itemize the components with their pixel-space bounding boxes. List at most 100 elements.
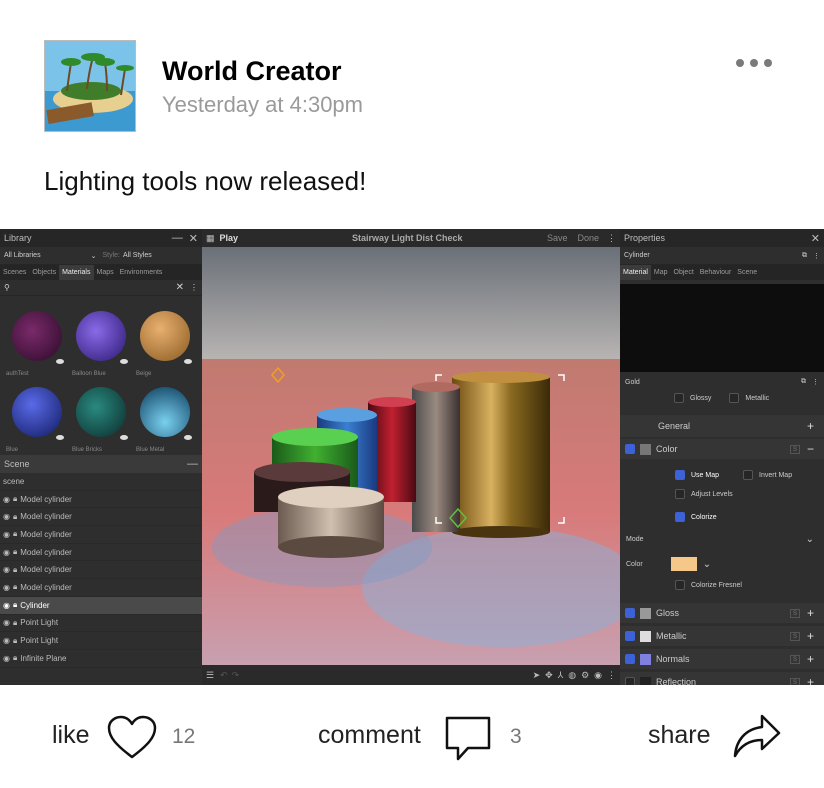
minimize-icon[interactable]: — — [187, 458, 198, 470]
kebab-icon[interactable]: ⋮ — [607, 233, 616, 244]
tab-map[interactable]: Map — [651, 265, 671, 280]
style-dropdown[interactable]: All Styles — [123, 252, 152, 259]
scene-item[interactable]: ◉ 🔒︎ Model cylinder — [0, 491, 202, 509]
viewport[interactable]: ▦ Play Stairway Light Dist Check Save Do… — [202, 229, 620, 685]
material-thumb[interactable] — [12, 311, 62, 361]
eye-icon[interactable] — [120, 435, 128, 440]
redo-icon[interactable]: ↷ — [232, 670, 240, 681]
author-name[interactable]: World Creator — [162, 56, 342, 87]
color-checkbox[interactable] — [625, 444, 635, 454]
general-row[interactable]: General + — [620, 415, 824, 437]
kebab-icon[interactable]: ⋮ — [812, 378, 819, 386]
scene-item[interactable]: ◉ 🔒︎ Model cylinder — [0, 579, 202, 597]
scene-item[interactable]: ◉ 🔒︎ Model cylinder — [0, 561, 202, 580]
add-icon[interactable]: + — [807, 606, 814, 620]
color-picker-swatch[interactable] — [670, 557, 697, 571]
author-avatar[interactable] — [44, 40, 136, 132]
sphere-tool-icon[interactable]: ◍ — [568, 670, 576, 681]
play-button[interactable]: Play — [220, 233, 239, 243]
material-thumb[interactable] — [140, 311, 190, 361]
close-icon[interactable]: ✕ — [811, 232, 820, 245]
move-tool-icon[interactable]: ✥ — [545, 670, 553, 681]
metallic-layer-checkbox[interactable] — [625, 631, 635, 641]
tab-material[interactable]: Material — [620, 265, 651, 280]
colorize-checkbox[interactable] — [675, 512, 685, 522]
tab-objects[interactable]: Objects — [29, 265, 59, 280]
view-icon[interactable]: ◉ — [594, 670, 602, 681]
post-timestamp[interactable]: Yesterday at 4:30pm — [162, 92, 363, 118]
glossy-checkbox[interactable] — [674, 393, 684, 403]
material-thumb[interactable] — [140, 387, 190, 437]
scene-item[interactable]: ◉ 🔒︎ Model cylinder — [0, 544, 202, 562]
tab-scenes[interactable]: Scenes — [0, 265, 29, 280]
scene-item[interactable]: ◉ 🔒︎ Point Light — [0, 632, 202, 650]
normals-layer-row[interactable]: Normals S + — [620, 649, 824, 669]
tab-object[interactable]: Object — [671, 265, 697, 280]
kebab-icon[interactable]: ⋮ — [190, 283, 198, 292]
material-thumb[interactable] — [12, 387, 62, 437]
scene-item[interactable]: ◉ 🔒︎ Infinite Plane — [0, 650, 202, 668]
copy-icon[interactable]: ⧉ — [802, 252, 807, 260]
eye-icon[interactable] — [56, 359, 64, 364]
clear-icon[interactable]: ✕ — [176, 282, 184, 293]
comment-label[interactable]: comment — [318, 721, 421, 750]
add-icon[interactable]: + — [807, 675, 814, 685]
add-icon[interactable]: + — [807, 652, 814, 666]
colorize-fresnel-checkbox[interactable] — [675, 580, 685, 590]
add-icon[interactable]: + — [807, 419, 814, 433]
share-icon[interactable] — [732, 713, 782, 759]
save-button[interactable]: Save — [547, 233, 568, 243]
axis-tool-icon[interactable]: ⅄ — [558, 670, 564, 681]
tab-environments[interactable]: Environments — [117, 265, 166, 280]
tab-behaviour[interactable]: Behaviour — [697, 265, 735, 280]
metallic-checkbox[interactable] — [729, 393, 740, 403]
kebab-icon[interactable]: ⋮ — [813, 252, 820, 260]
select-tool-icon[interactable]: ➤ — [533, 670, 541, 681]
tab-scene[interactable]: Scene — [734, 265, 760, 280]
reflection-layer-row[interactable]: Reflection S + — [620, 672, 824, 685]
more-options-icon[interactable] — [736, 56, 776, 70]
material-thumb[interactable] — [76, 387, 126, 437]
undo-icon[interactable]: ↶ — [220, 670, 228, 681]
scene-item[interactable]: scene — [0, 473, 202, 491]
adjust-levels-checkbox[interactable] — [675, 489, 685, 499]
minimize-icon[interactable]: — — [172, 232, 183, 244]
remove-icon[interactable]: − — [807, 442, 814, 456]
library-dropdown[interactable]: All Libraries — [4, 252, 41, 259]
close-icon[interactable]: ✕ — [189, 232, 198, 245]
copy-icon[interactable]: ⧉ — [801, 378, 806, 386]
tab-materials[interactable]: Materials — [59, 265, 94, 280]
metallic-layer-row[interactable]: Metallic S + — [620, 626, 824, 646]
heart-icon[interactable] — [106, 715, 158, 761]
chevron-down-icon[interactable]: ⌄ — [91, 252, 97, 260]
eye-icon[interactable] — [56, 435, 64, 440]
eye-icon[interactable] — [184, 359, 192, 364]
post-image[interactable]: Library — ✕ All Libraries ⌄ Style: All S… — [0, 229, 824, 685]
scene-item[interactable]: ◉ 🔒︎ Point Light — [0, 615, 202, 633]
like-label[interactable]: like — [52, 721, 90, 750]
chevron-down-icon[interactable]: ⌄ — [806, 534, 814, 545]
eye-icon[interactable] — [184, 435, 192, 440]
settings-icon[interactable]: ⚙ — [581, 670, 589, 681]
scene-item[interactable]: ◉ 🔒︎ Model cylinder — [0, 526, 202, 544]
add-icon[interactable]: + — [807, 629, 814, 643]
eye-icon[interactable] — [120, 359, 128, 364]
library-search[interactable]: ⚲ ✕ ⋮ — [0, 280, 202, 296]
chevron-down-icon[interactable]: ⌄ — [703, 559, 711, 570]
reflection-checkbox[interactable] — [625, 677, 635, 685]
material-thumb[interactable] — [76, 311, 126, 361]
comment-icon[interactable] — [444, 715, 492, 763]
menu-icon[interactable]: ☰ — [206, 670, 214, 681]
scene-item-selected[interactable]: ◉ 🔒︎ Cylinder — [0, 596, 202, 615]
kebab-icon[interactable]: ⋮ — [607, 670, 616, 681]
gloss-layer-row[interactable]: Gloss S + — [620, 603, 824, 623]
mode-row[interactable]: Mode ⌄ — [620, 531, 824, 547]
done-button[interactable]: Done — [577, 233, 599, 243]
invert-map-checkbox[interactable] — [743, 470, 754, 480]
gloss-checkbox[interactable] — [625, 608, 635, 618]
normals-checkbox[interactable] — [625, 654, 635, 664]
scene-item[interactable]: ◉ 🔒︎ Model cylinder — [0, 508, 202, 527]
share-label[interactable]: share — [648, 721, 711, 750]
color-layer-row[interactable]: Color S − — [620, 439, 824, 459]
tab-maps[interactable]: Maps — [94, 265, 117, 280]
